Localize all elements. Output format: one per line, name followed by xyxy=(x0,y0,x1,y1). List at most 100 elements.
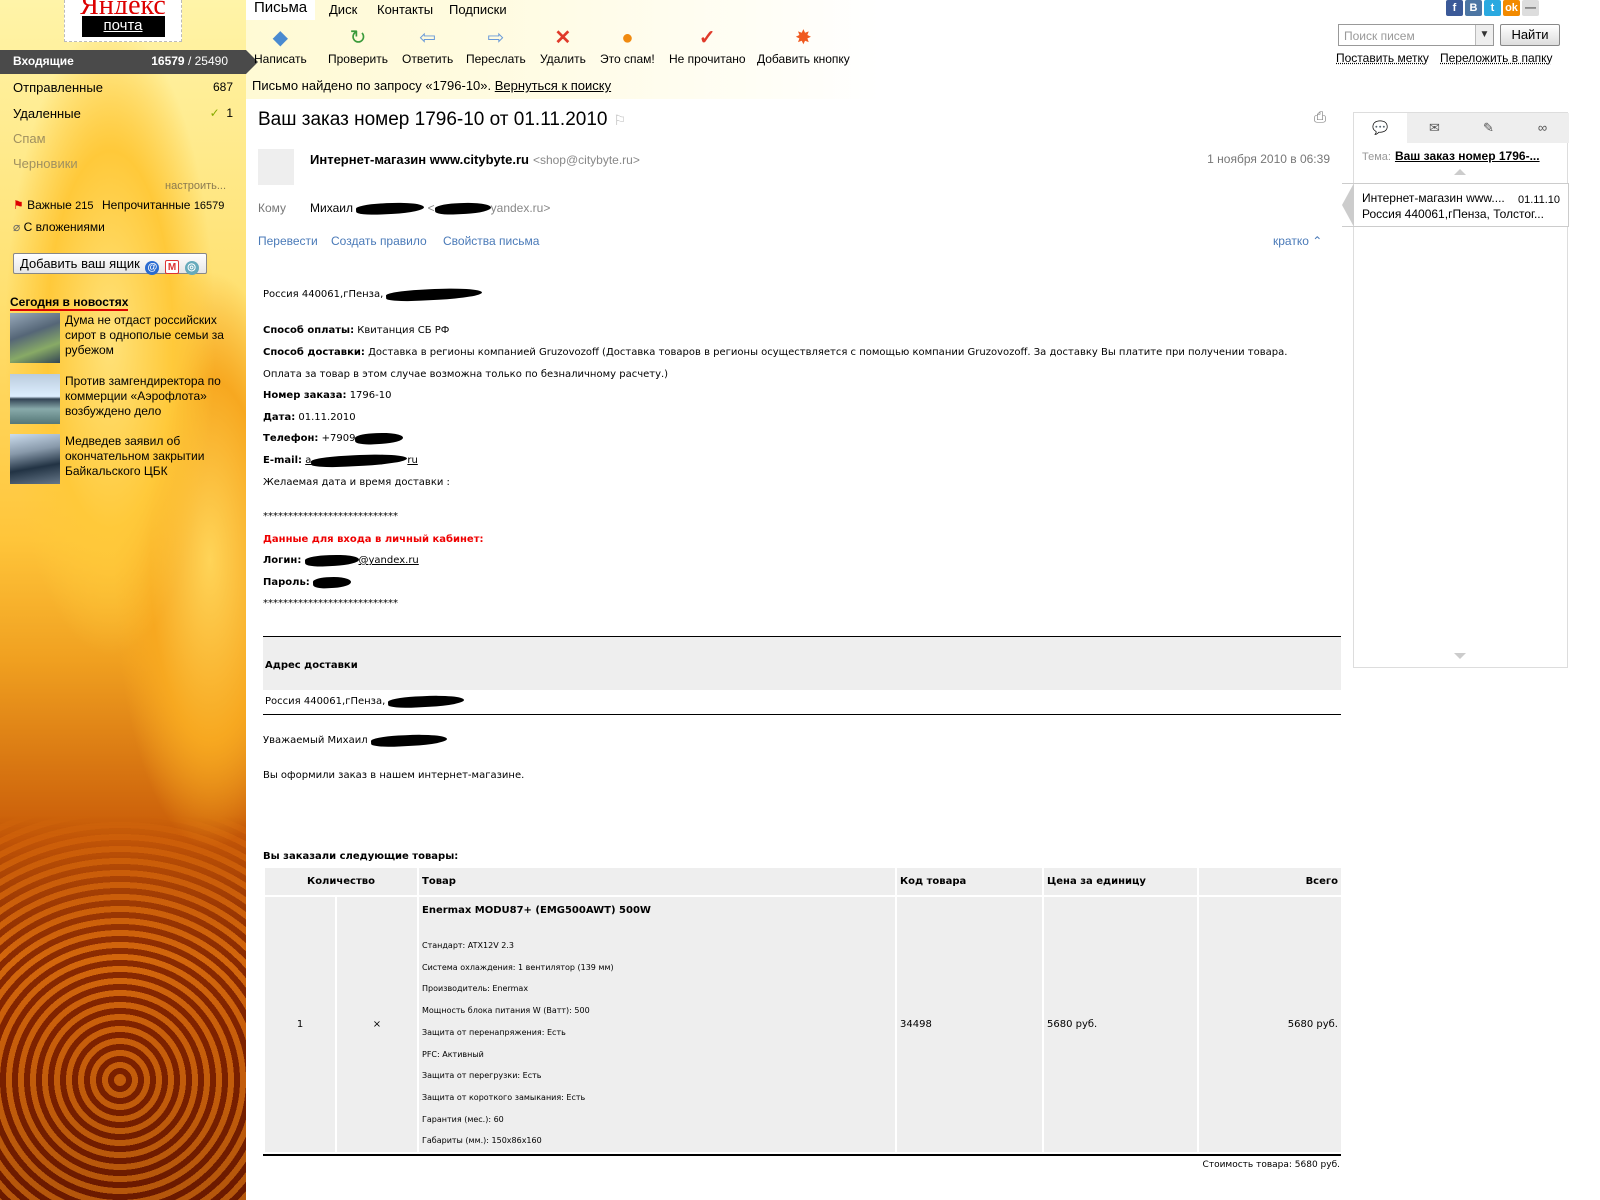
forward-icon: ⇨ xyxy=(487,27,505,49)
folder-label: Черновики xyxy=(13,156,78,171)
unread-icon: ✓ xyxy=(698,27,716,49)
ordered-goods-title: Вы заказали следующие товары: xyxy=(263,851,459,862)
forward-label: Переслать xyxy=(466,52,526,66)
folder-count: ✓ 1 xyxy=(209,106,233,120)
folder-drafts[interactable]: Черновики xyxy=(13,156,233,171)
tab-subscriptions[interactable]: Подписки xyxy=(449,2,507,17)
thread-subject-link[interactable]: Ваш заказ номер 1796-... xyxy=(1395,149,1540,163)
check-button[interactable]: ↻ Проверить xyxy=(328,26,388,66)
redaction-mark xyxy=(386,285,483,303)
news-thumbnail[interactable] xyxy=(10,313,60,363)
message-properties-link[interactable]: Свойства письма xyxy=(443,234,539,248)
minimize-icon[interactable]: — xyxy=(1522,0,1539,16)
news-item[interactable]: Против замгендиректора по коммерции «Аэр… xyxy=(10,374,235,424)
reply-label: Ответить xyxy=(402,52,454,66)
link-icon[interactable]: ∞ xyxy=(1516,113,1569,143)
body-order-number: Номер заказа: 1796-10 xyxy=(263,390,392,401)
move-to-folder-link[interactable]: Переложить в папку xyxy=(1440,51,1553,65)
search-result-text: Письмо найдено по запросу «1796-10». xyxy=(252,78,492,93)
search-result-notice: Письмо найдено по запросу «1796-10». Вер… xyxy=(252,78,611,93)
redaction-mark xyxy=(355,431,404,445)
delete-label: Удалить xyxy=(540,52,586,66)
compose-label: Написать xyxy=(254,52,307,66)
tab-contacts[interactable]: Контакты xyxy=(377,2,433,17)
news-headline[interactable]: Дума не отдаст российских сирот в однопо… xyxy=(65,313,235,358)
back-to-search-link[interactable]: Вернуться к поиску xyxy=(495,78,611,93)
facebook-icon[interactable]: f xyxy=(1446,0,1463,16)
translate-link[interactable]: Перевести xyxy=(258,234,318,248)
social-links: f Bt ok — xyxy=(1446,0,1541,16)
body-stars: *************************** xyxy=(263,511,398,522)
cell-qty: 1 xyxy=(265,897,335,1153)
yandex-mail-logo[interactable]: Яндекс почта xyxy=(64,0,182,42)
folder-inbox[interactable]: Входящие 16579 / 25490 xyxy=(0,50,258,74)
label-important[interactable]: ⚑ Важные 215 xyxy=(13,198,93,212)
scroll-up-icon[interactable] xyxy=(1454,169,1466,175)
chevron-down-icon[interactable]: ▼ xyxy=(1475,25,1493,45)
spam-label: Это спам! xyxy=(600,52,655,66)
greeting: Уважаемый Михаил xyxy=(263,730,448,752)
thread-tabs: 💬 ✉ ✎ ∞ xyxy=(1354,113,1569,143)
forward-button[interactable]: ⇨ Переслать xyxy=(466,26,526,66)
body-login: Логин: @yandex.ru xyxy=(263,553,419,567)
twitter-icon[interactable]: t xyxy=(1484,0,1501,16)
body-address: Россия 440061,гПенза, xyxy=(263,284,483,306)
add-mailbox-button[interactable]: Добавить ваш ящик @ M ◎ xyxy=(13,253,207,275)
redaction-mark xyxy=(370,732,448,748)
reply-button[interactable]: ⇦ Ответить xyxy=(402,26,453,66)
collapse-brief-toggle[interactable]: кратко ⌃ xyxy=(1273,234,1322,248)
compose-button[interactable]: ◆ Написать xyxy=(254,26,307,66)
label-attachments[interactable]: ⌀ С вложениями xyxy=(13,220,105,234)
folder-sent[interactable]: Отправленные 687 xyxy=(13,80,233,95)
tab-disk[interactable]: Диск xyxy=(329,2,357,17)
sender-name: Интернет-магазин www.citybyte.ru xyxy=(310,152,529,167)
paperclip-icon[interactable]: ✎ xyxy=(1462,113,1515,143)
folder-label: Удаленные xyxy=(13,106,81,121)
subject-text: Ваш заказ номер 1796-10 от 01.11.2010 xyxy=(258,109,608,130)
news-headline[interactable]: Против замгендиректора по коммерции «Аэр… xyxy=(65,374,235,419)
odnoklassniki-icon[interactable]: ok xyxy=(1503,0,1520,16)
add-button-icon: ✸ xyxy=(795,27,812,49)
body-payment: Способ оплаты: Квитанция СБ РФ xyxy=(263,325,450,336)
scroll-down-icon[interactable] xyxy=(1454,653,1466,659)
search-input[interactable]: Поиск писем ▼ xyxy=(1338,24,1494,46)
logo-brand: Яндекс xyxy=(65,0,181,14)
thread-item[interactable]: Интернет-магазин www.... 01.11.10 Россия… xyxy=(1342,183,1569,227)
message-sender[interactable]: Интернет-магазин www.citybyte.ru <shop@ci… xyxy=(310,152,640,167)
cell-product: Enermax MODU87+ (EMG500AWT) 500W Стандар… xyxy=(419,897,895,1153)
news-thumbnail[interactable] xyxy=(10,374,60,424)
message-recipient[interactable]: Михаил < yandex.ru> xyxy=(310,201,550,217)
search-button[interactable]: Найти xyxy=(1500,24,1560,46)
product-spec: Габариты (мм.): 150x86x160 xyxy=(422,1136,542,1146)
cell-total: 5680 руб. xyxy=(1199,897,1341,1153)
news-headline[interactable]: Медведев заявил об окончательном закрыти… xyxy=(65,434,235,479)
tab-mail[interactable]: Письма xyxy=(246,0,316,20)
create-rule-link[interactable]: Создать правило xyxy=(331,234,427,248)
label-unread[interactable]: Непрочитанные 16579 xyxy=(102,198,224,212)
thread-subject: Тема: Ваш заказ номер 1796-... xyxy=(1362,149,1540,163)
product-spec: Мощность блока питания W (Ватт): 500 xyxy=(422,1006,590,1016)
news-thumbnail[interactable] xyxy=(10,434,60,484)
spam-button[interactable]: ● Это спам! xyxy=(600,26,655,66)
news-item[interactable]: Дума не отдаст российских сирот в однопо… xyxy=(10,313,235,363)
add-custom-button[interactable]: ✸ Добавить кнопку xyxy=(757,26,850,66)
folder-deleted[interactable]: Удаленные ✓ 1 xyxy=(13,106,233,121)
unread-button[interactable]: ✓ Не прочитано xyxy=(669,26,746,66)
redaction-mark xyxy=(311,451,408,469)
clean-icon[interactable]: ✓ xyxy=(210,106,220,120)
delete-button[interactable]: ✕ Удалить xyxy=(540,26,586,66)
folders-settings-link[interactable]: настроить... xyxy=(14,180,227,192)
conversation-icon[interactable]: 💬 xyxy=(1354,113,1407,143)
news-item[interactable]: Медведев заявил об окончательном закрыти… xyxy=(10,434,235,484)
delivery-address-header: Адрес доставки xyxy=(263,636,1341,690)
news-title[interactable]: Сегодня в новостях xyxy=(10,295,129,311)
label-important-text: Важные xyxy=(27,198,72,212)
product-spec: Защита от перегрузки: Есть xyxy=(422,1071,542,1081)
message-subject: Ваш заказ номер 1796-10 от 01.11.2010 ⚐ xyxy=(258,109,626,131)
put-label-link[interactable]: Поставить метку xyxy=(1336,51,1429,65)
flag-icon[interactable]: ⚐ xyxy=(613,112,626,128)
envelope-icon[interactable]: ✉ xyxy=(1408,113,1461,143)
folder-spam[interactable]: Спам xyxy=(13,131,233,146)
print-icon[interactable]: ⎙ xyxy=(1314,109,1326,126)
vkontakte-icon[interactable]: B xyxy=(1465,0,1482,16)
